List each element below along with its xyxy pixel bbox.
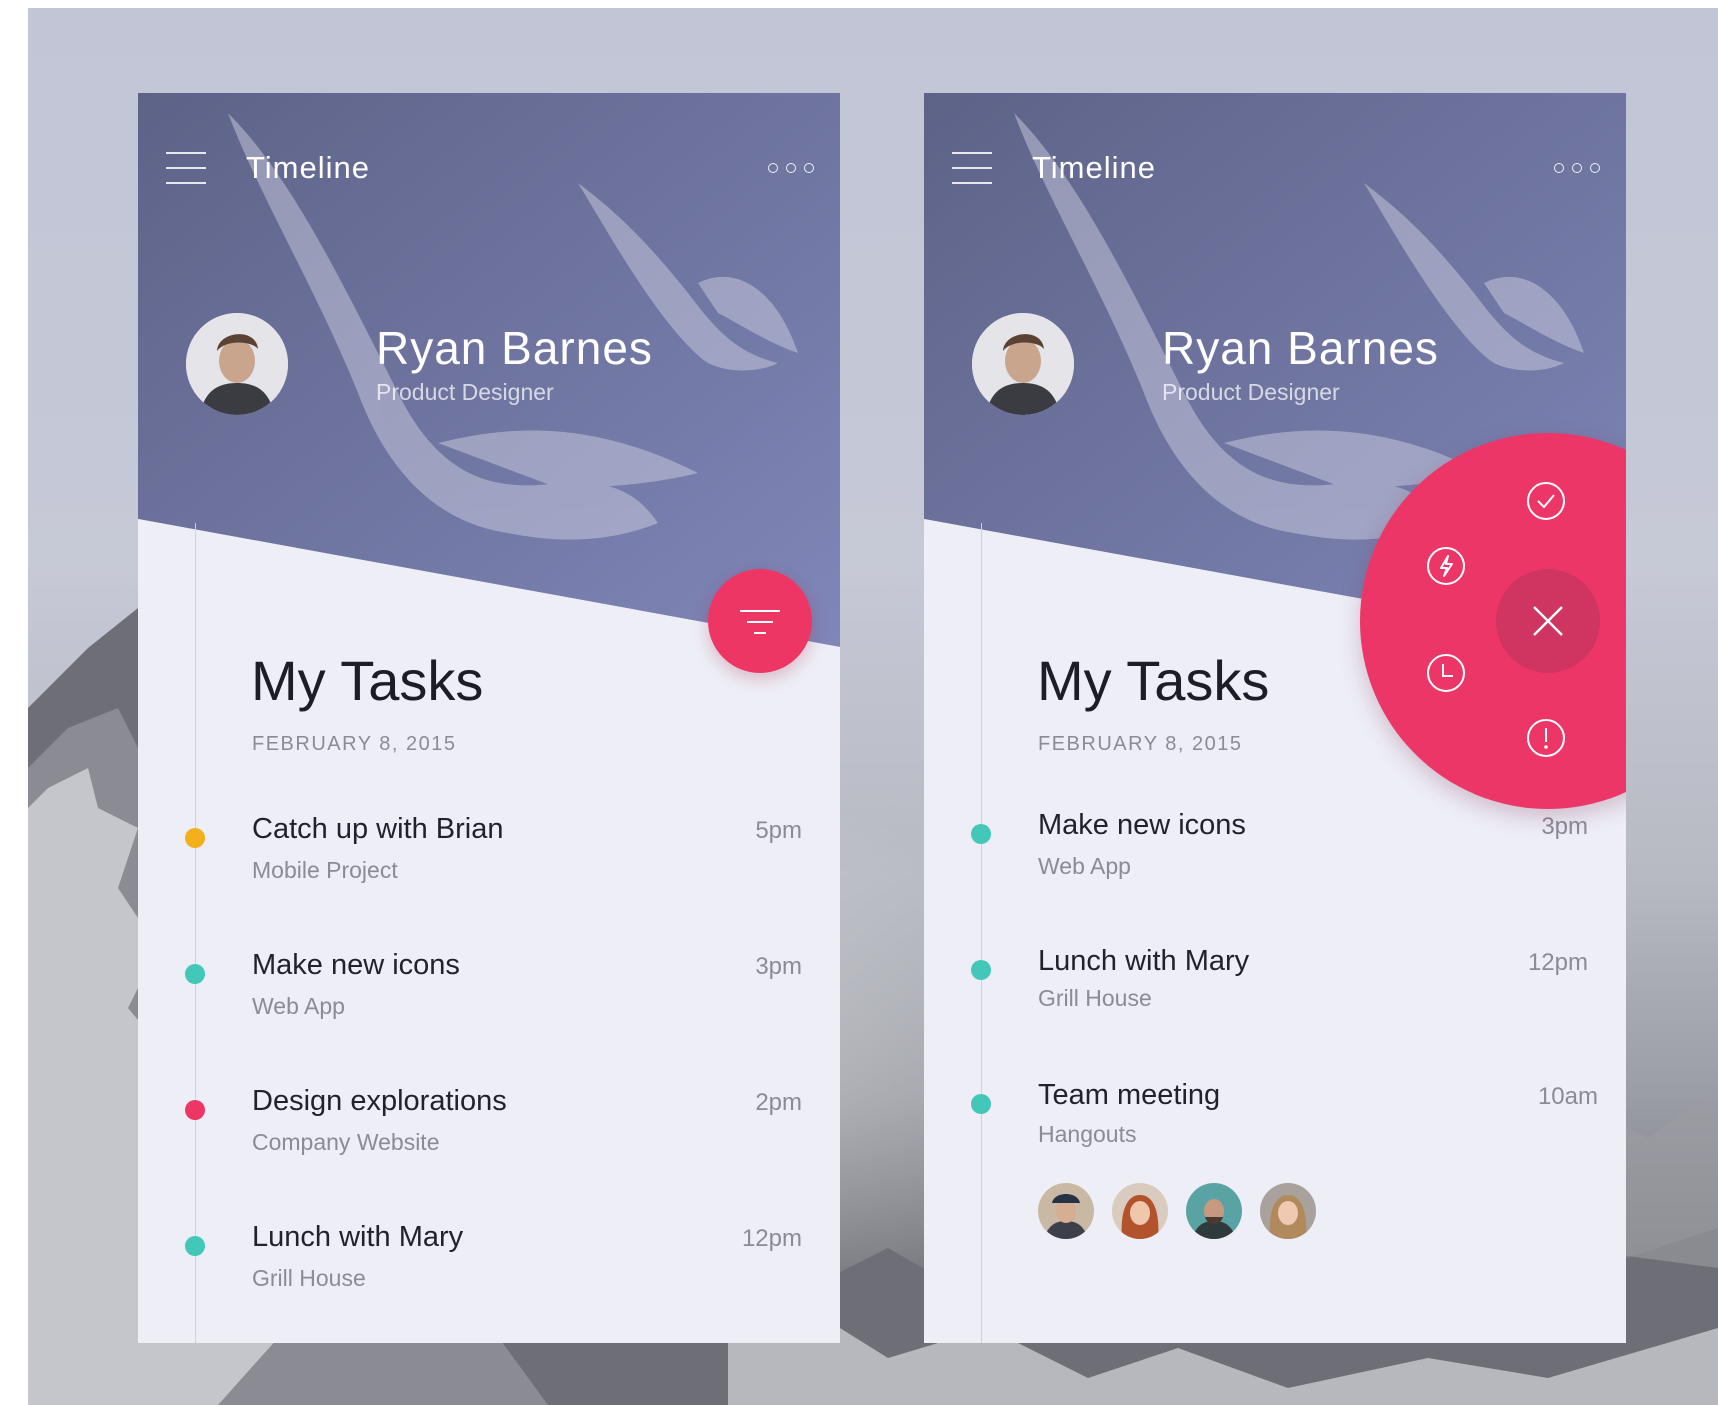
background-scene: Timeline Ryan Barnes Product Designer My… (28, 8, 1718, 1405)
timeline-screen-2: Timeline Ryan Barnes Product Designer My… (924, 93, 1626, 1343)
attendee-avatar[interactable] (1260, 1183, 1316, 1239)
timeline-screen-1: Timeline Ryan Barnes Product Designer My… (138, 93, 840, 1343)
task-subtitle: Grill House (252, 1265, 366, 1291)
filter-button[interactable] (708, 569, 812, 673)
status-dot (185, 828, 205, 848)
task-time: 3pm (755, 953, 802, 980)
profile-name: Ryan Barnes (376, 322, 653, 374)
task-subtitle: Grill House (1038, 985, 1152, 1011)
section-date: FEBRUARY 8, 2015 (1038, 733, 1243, 755)
hamburger-menu-icon[interactable] (166, 152, 206, 186)
status-dot (185, 1100, 205, 1120)
task-item[interactable]: Make new icons Web App 3pm (138, 949, 840, 1059)
filter-icon (740, 610, 780, 612)
avatar[interactable] (186, 313, 288, 415)
task-item[interactable]: Design explorations Company Website 2pm (138, 1085, 840, 1195)
task-subtitle: Mobile Project (252, 857, 398, 883)
screen-title: Timeline (1032, 150, 1156, 185)
attendee-list (1038, 1183, 1438, 1241)
task-title: Make new icons (252, 949, 460, 981)
task-time: 5pm (755, 817, 802, 844)
task-time: 12pm (1527, 949, 1588, 976)
section-title: My Tasks (251, 649, 484, 712)
task-item[interactable]: Catch up with Brian Mobile Project 5pm (138, 813, 840, 923)
top-bar: Timeline (924, 93, 1626, 253)
profile-block: Ryan Barnes Product Designer (972, 313, 1572, 433)
section-title: My Tasks (1037, 649, 1270, 712)
attendee-avatar[interactable] (1112, 1183, 1168, 1239)
task-item[interactable]: Lunch with Mary Grill House 12pm (138, 1221, 840, 1331)
status-dot (971, 824, 991, 844)
task-title: Team meeting (1038, 1079, 1221, 1111)
task-subtitle: Company Website (252, 1129, 440, 1155)
profile-block: Ryan Barnes Product Designer (186, 313, 786, 433)
status-dot (185, 964, 205, 984)
more-options-icon[interactable] (768, 161, 816, 177)
profile-role: Product Designer (1162, 379, 1340, 405)
screen-title: Timeline (246, 150, 370, 185)
hamburger-menu-icon[interactable] (952, 152, 992, 186)
task-item[interactable]: Team meeting Hangouts 10am (924, 1079, 1626, 1189)
task-time: 2pm (755, 1089, 802, 1116)
status-dot (971, 1094, 991, 1114)
alert-icon[interactable] (1526, 718, 1566, 758)
profile-role: Product Designer (376, 379, 554, 405)
close-menu-button[interactable] (1496, 569, 1600, 673)
bolt-icon[interactable] (1426, 546, 1466, 586)
status-dot (185, 1236, 205, 1256)
task-title: Make new icons (1038, 809, 1246, 841)
status-dot (971, 960, 991, 980)
avatar[interactable] (972, 313, 1074, 415)
task-title: Lunch with Mary (1038, 945, 1250, 977)
section-date: FEBRUARY 8, 2015 (252, 733, 457, 755)
task-time: 12pm (741, 1225, 802, 1252)
task-subtitle: Hangouts (1038, 1121, 1137, 1147)
task-title: Design explorations (252, 1085, 507, 1117)
attendee-avatar[interactable] (1038, 1183, 1094, 1239)
timeline-line (981, 523, 982, 1343)
clock-icon[interactable] (1426, 653, 1466, 693)
timeline-line (195, 523, 196, 1343)
close-icon (1533, 606, 1563, 636)
task-item[interactable]: Make new icons Web App 3pm (924, 809, 1626, 919)
task-time: 10am (1537, 1083, 1598, 1110)
task-title: Catch up with Brian (252, 813, 504, 845)
top-bar: Timeline (138, 93, 840, 253)
profile-name: Ryan Barnes (1162, 322, 1439, 374)
task-time: 3pm (1541, 813, 1588, 840)
task-subtitle: Web App (252, 993, 345, 1019)
task-title: Lunch with Mary (252, 1221, 464, 1253)
task-subtitle: Web App (1038, 853, 1131, 879)
more-options-icon[interactable] (1554, 161, 1602, 177)
check-icon[interactable] (1526, 481, 1566, 521)
task-item[interactable]: Lunch with Mary Grill House 12pm (924, 945, 1626, 1055)
attendee-avatar[interactable] (1186, 1183, 1242, 1239)
